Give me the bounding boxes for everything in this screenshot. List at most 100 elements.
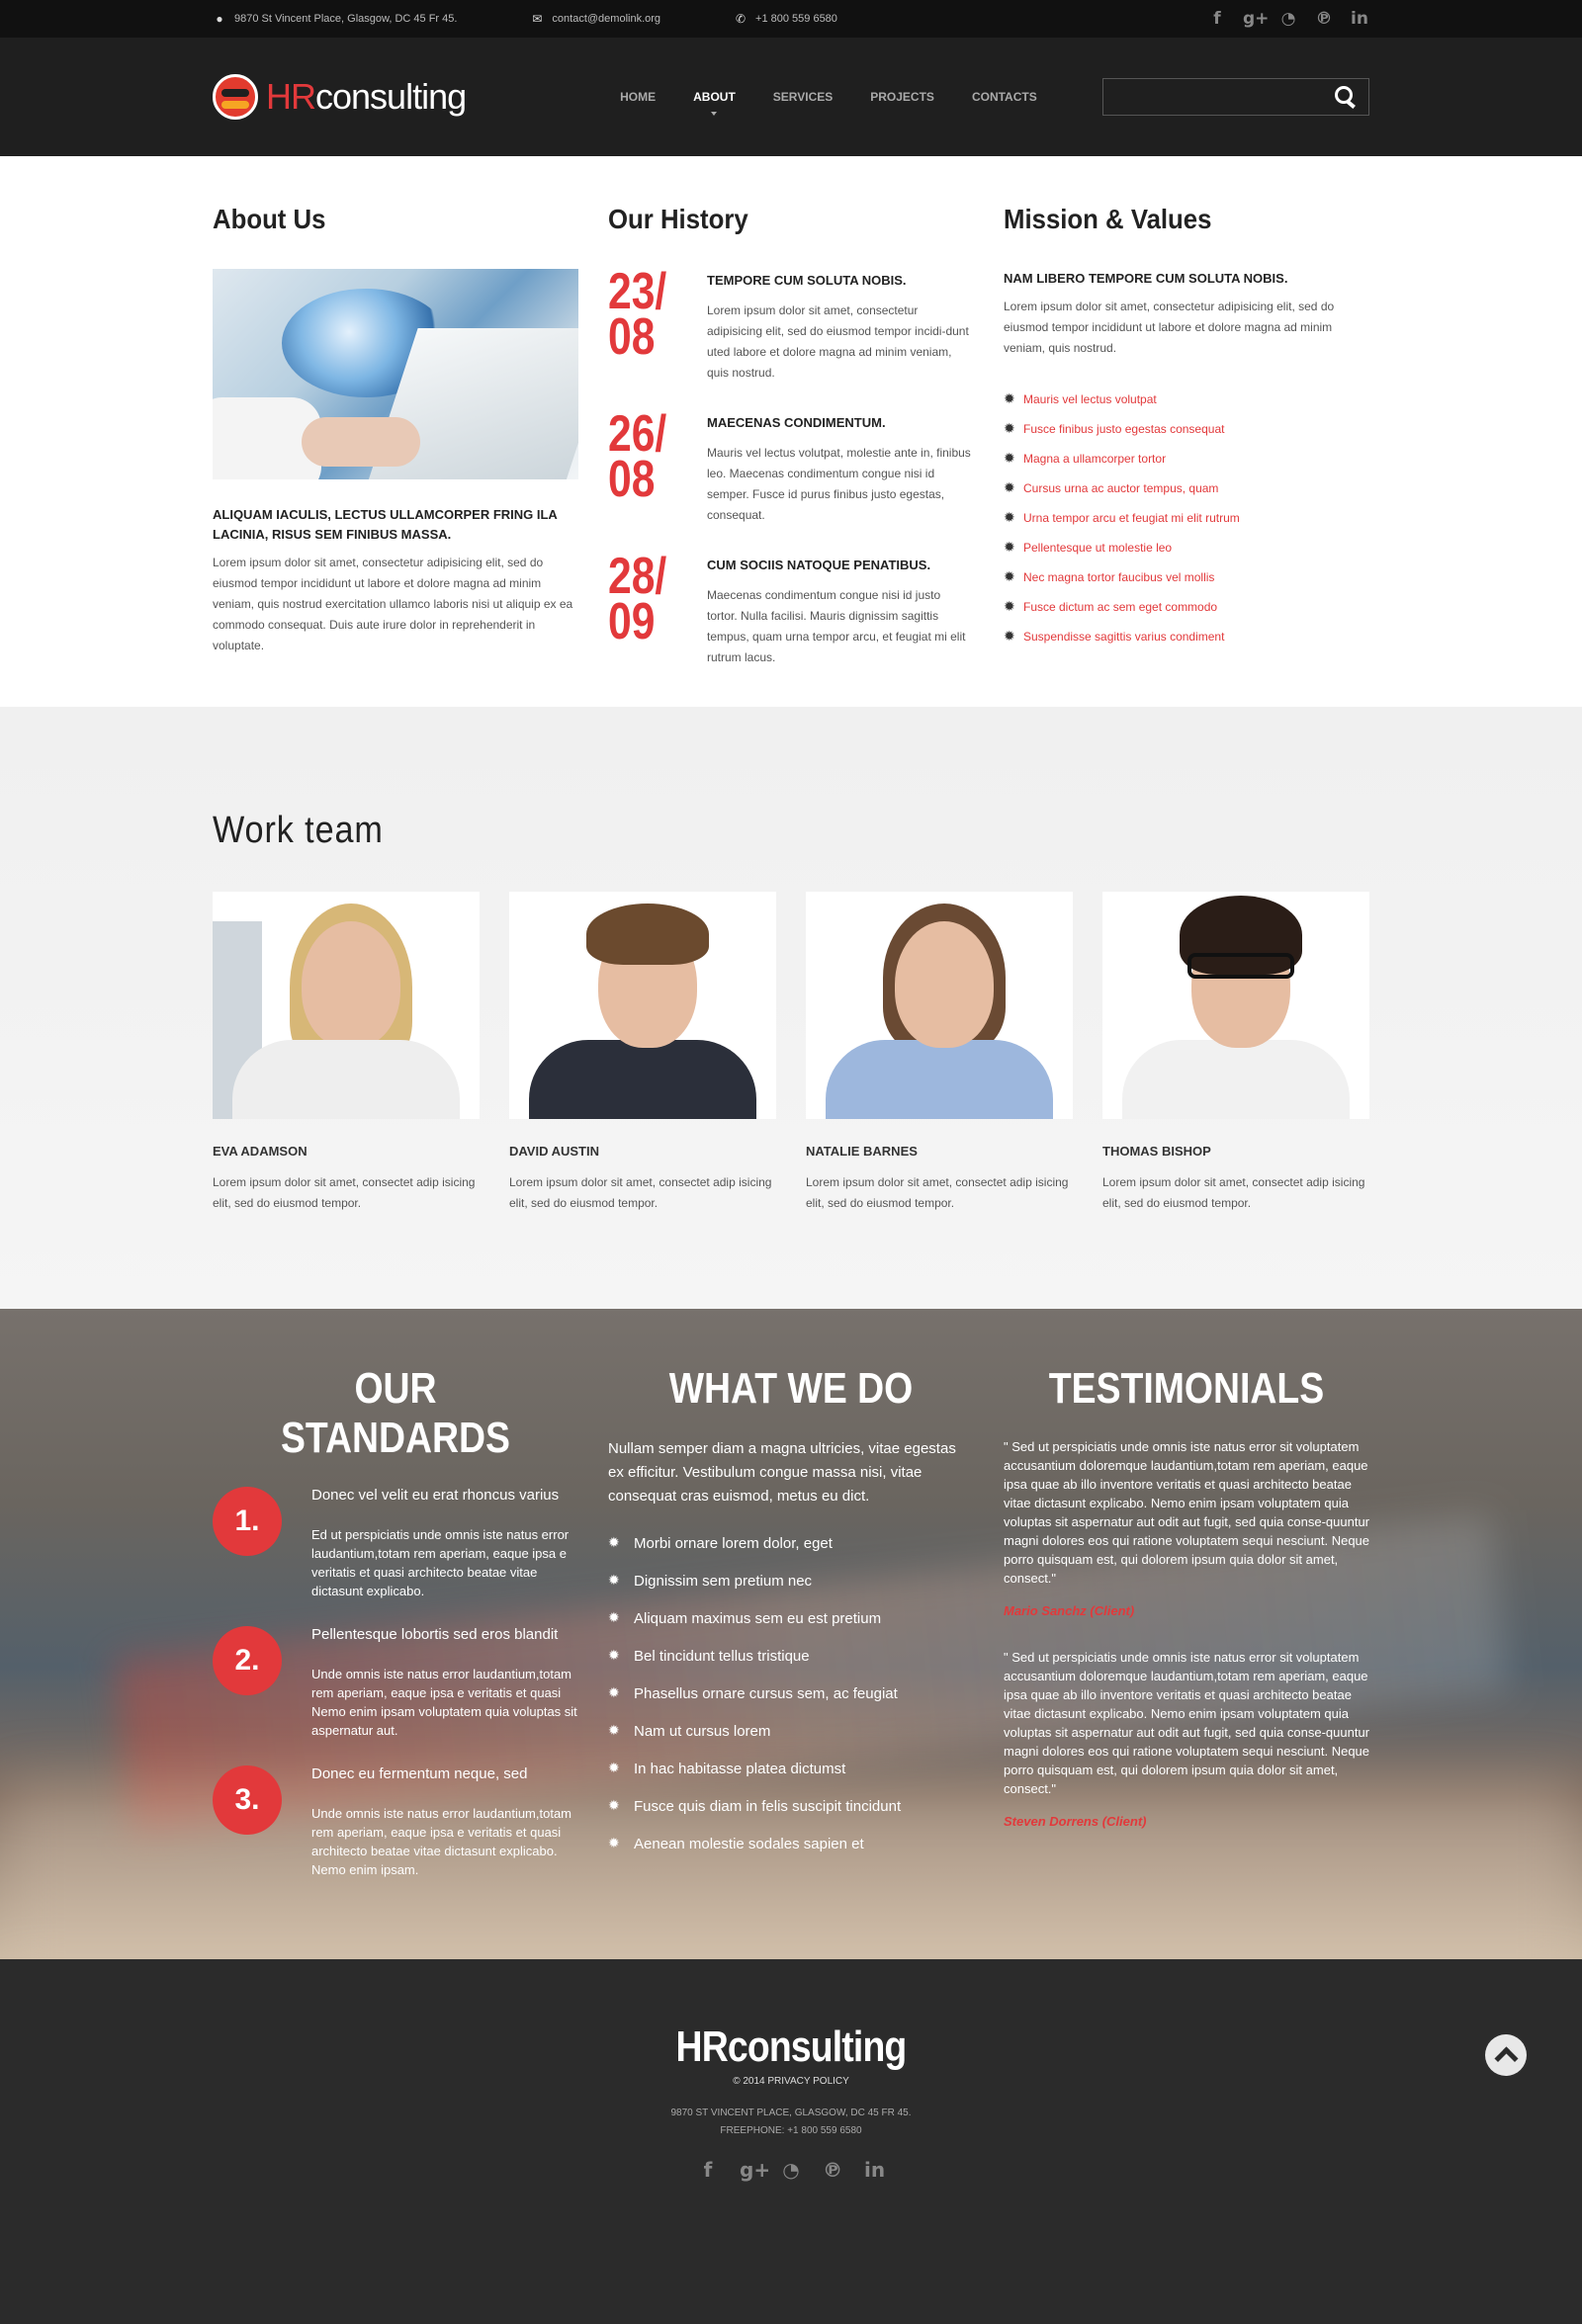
mission-link[interactable]: ✹ Suspendisse sagittis varius condiment [1004, 622, 1369, 651]
member-desc: Lorem ipsum dolor sit amet, consectet ad… [1102, 1175, 1365, 1210]
number-badge: 1. [213, 1487, 282, 1556]
gear-icon: ✹ [1004, 480, 1015, 496]
mission-heading: NAM LIBERO TEMPORE CUM SOLUTA NOBIS. [1004, 271, 1288, 286]
header: HRconsulting HOME ABOUT SERVICES PROJECT… [0, 38, 1582, 156]
gear-icon: ✹ [608, 1761, 620, 1776]
history-heading: TEMPORE CUM SOLUTA NOBIS. [707, 273, 907, 288]
standard-title: Pellentesque lobortis sed eros blandit [311, 1626, 559, 1643]
testimonials-column: TESTIMONIALS " Sed ut perspiciatis unde … [1004, 1364, 1369, 1905]
mission-link[interactable]: ✹ Cursus urna ac auctor tempus, quam [1004, 473, 1369, 503]
gear-icon: ✹ [1004, 421, 1015, 437]
service-item[interactable]: ✹ Aenean molestie sodales sapien et [608, 1825, 974, 1862]
gear-icon: ✹ [608, 1610, 620, 1626]
member-photo[interactable] [1102, 892, 1369, 1119]
mission-link[interactable]: ✹ Fusce dictum ac sem eget commodo [1004, 592, 1369, 622]
nav-home[interactable]: HOME [620, 90, 656, 104]
footer-copyright[interactable]: © 2014 PRIVACY POLICY [0, 2076, 1582, 2087]
facebook-icon[interactable]: f [698, 2158, 718, 2182]
testimonial-author[interactable]: Mario Sanchz (Client) [1004, 1603, 1369, 1618]
nav-about[interactable]: ABOUT [693, 90, 736, 116]
what-we-do-title: WHAT WE DO [668, 1364, 914, 1413]
gear-icon: ✹ [1004, 510, 1015, 526]
member-name[interactable]: THOMAS BISHOP [1102, 1144, 1369, 1159]
history-item: 28/09 CUM SOCIIS NATOQUE PENATIBUS. Maec… [608, 548, 974, 668]
testimonial-text: " Sed ut perspiciatis unde omnis iste na… [1004, 1439, 1370, 1586]
team-member: DAVID AUSTIN Lorem ipsum dolor sit amet,… [509, 892, 776, 1214]
logo-mark-icon [213, 74, 258, 120]
linkedin-icon[interactable]: in [864, 2158, 885, 2182]
mission-link[interactable]: ✹ Nec magna tortor faucibus vel mollis [1004, 562, 1369, 592]
about-text: Lorem ipsum dolor sit amet, consectetur … [213, 556, 573, 652]
gear-icon: ✹ [608, 1836, 620, 1851]
google-plus-icon[interactable]: g+ [1243, 9, 1269, 29]
linkedin-icon[interactable]: in [1350, 9, 1369, 29]
about-section: About Us ALIQUAM IACULIS, LECTUS ULLAMCO… [0, 156, 1582, 707]
history-date: 28/09 [608, 548, 667, 650]
pinterest-icon[interactable]: ℗ [1314, 9, 1334, 29]
member-photo[interactable] [509, 892, 776, 1119]
logo[interactable]: HRconsulting [213, 74, 467, 120]
mission-link[interactable]: ✹ Magna a ullamcorper tortor [1004, 444, 1369, 473]
member-photo[interactable] [213, 892, 480, 1119]
footer: HRconsulting © 2014 PRIVACY POLICY 9870 … [0, 1959, 1582, 2324]
service-item[interactable]: ✹ Bel tincidunt tellus tristique [608, 1637, 974, 1675]
footer-phone: FREEPHONE: +1 800 559 6580 [720, 2125, 862, 2136]
search-input[interactable] [1103, 79, 1335, 115]
gear-icon: ✹ [1004, 451, 1015, 467]
testimonial-text: " Sed ut perspiciatis unde omnis iste na… [1004, 1650, 1370, 1796]
nav-contacts[interactable]: CONTACTS [972, 90, 1037, 104]
gear-icon: ✹ [608, 1685, 620, 1701]
standards-section: OUR STANDARDS 1. Donec vel velit eu erat… [0, 1309, 1582, 1959]
member-name[interactable]: NATALIE BARNES [806, 1144, 1073, 1159]
service-item[interactable]: ✹ In hac habitasse platea dictumst [608, 1750, 974, 1787]
pinterest-icon[interactable]: ℗ [823, 2158, 842, 2182]
location-pin-icon: ● [216, 12, 223, 26]
history-text: Maecenas condimentum congue nisi id just… [707, 588, 966, 664]
standard-item: 1. Donec vel velit eu erat rhoncus variu… [213, 1487, 578, 1600]
service-item[interactable]: ✹ Fusce quis diam in felis suscipit tinci… [608, 1787, 974, 1825]
mission-link[interactable]: ✹ Urna tempor arcu et feugiat mi elit rut… [1004, 503, 1369, 533]
footer-logo[interactable]: HRconsulting [119, 2023, 1463, 2072]
service-item[interactable]: ✹ Nam ut cursus lorem [608, 1712, 974, 1750]
team-member: EVA ADAMSON Lorem ipsum dolor sit amet, … [213, 892, 480, 1214]
mission-link[interactable]: ✹ Pellentesque ut molestie leo [1004, 533, 1369, 562]
about-image [213, 269, 578, 479]
about-us-title: About Us [213, 204, 326, 234]
service-item[interactable]: ✹ Dignissim sem pretium nec [608, 1562, 974, 1599]
member-name[interactable]: DAVID AUSTIN [509, 1144, 776, 1159]
team-title: Work team [213, 810, 384, 851]
mission-link[interactable]: ✹ Mauris vel lectus volutpat [1004, 385, 1369, 414]
member-name[interactable]: EVA ADAMSON [213, 1144, 480, 1159]
email-item[interactable]: ✉ contact@demolink.org [530, 12, 660, 26]
rss-icon[interactable]: ◔ [1278, 9, 1298, 29]
history-text: Mauris vel lectus volutpat, molestie ant… [707, 446, 971, 522]
team-member: NATALIE BARNES Lorem ipsum dolor sit ame… [806, 892, 1073, 1214]
gear-icon: ✹ [1004, 629, 1015, 645]
search-icon[interactable] [1335, 86, 1357, 108]
phone-icon: ✆ [736, 12, 747, 26]
nav-services[interactable]: SERVICES [773, 90, 833, 104]
number-badge: 3. [213, 1765, 282, 1835]
main-nav: HOME ABOUT SERVICES PROJECTS CONTACTS [620, 90, 1037, 116]
standard-title: Donec eu fermentum neque, sed [311, 1765, 528, 1782]
gear-icon: ✹ [608, 1798, 620, 1814]
service-item[interactable]: ✹ Aliquam maximus sem eu est pretium [608, 1599, 974, 1637]
member-photo[interactable] [806, 892, 1073, 1119]
mission-title: Mission & Values [1004, 204, 1212, 234]
logo-text: HRconsulting [266, 76, 467, 117]
service-item[interactable]: ✹ Morbi ornare lorem dolor, eget [608, 1524, 974, 1562]
standards-title: OUR STANDARDS [280, 1364, 511, 1462]
history-heading: CUM SOCIIS NATOQUE PENATIBUS. [707, 558, 931, 572]
history-title: Our History [608, 204, 748, 234]
phone-text: +1 800 559 6580 [755, 13, 837, 25]
email-link[interactable]: contact@demolink.org [552, 13, 660, 25]
google-plus-icon[interactable]: g+ [740, 2158, 770, 2182]
nav-projects[interactable]: PROJECTS [870, 90, 934, 104]
mission-link[interactable]: ✹ Fusce finibus justo egestas consequat [1004, 414, 1369, 444]
service-item[interactable]: ✹ Phasellus ornare cursus sem, ac feugiat [608, 1675, 974, 1712]
gear-icon: ✹ [608, 1535, 620, 1551]
testimonial-author[interactable]: Steven Dorrens (Client) [1004, 1814, 1369, 1829]
back-to-top-icon[interactable] [1485, 2034, 1527, 2076]
rss-icon[interactable]: ◔ [781, 2158, 801, 2182]
facebook-icon[interactable]: f [1207, 9, 1227, 29]
